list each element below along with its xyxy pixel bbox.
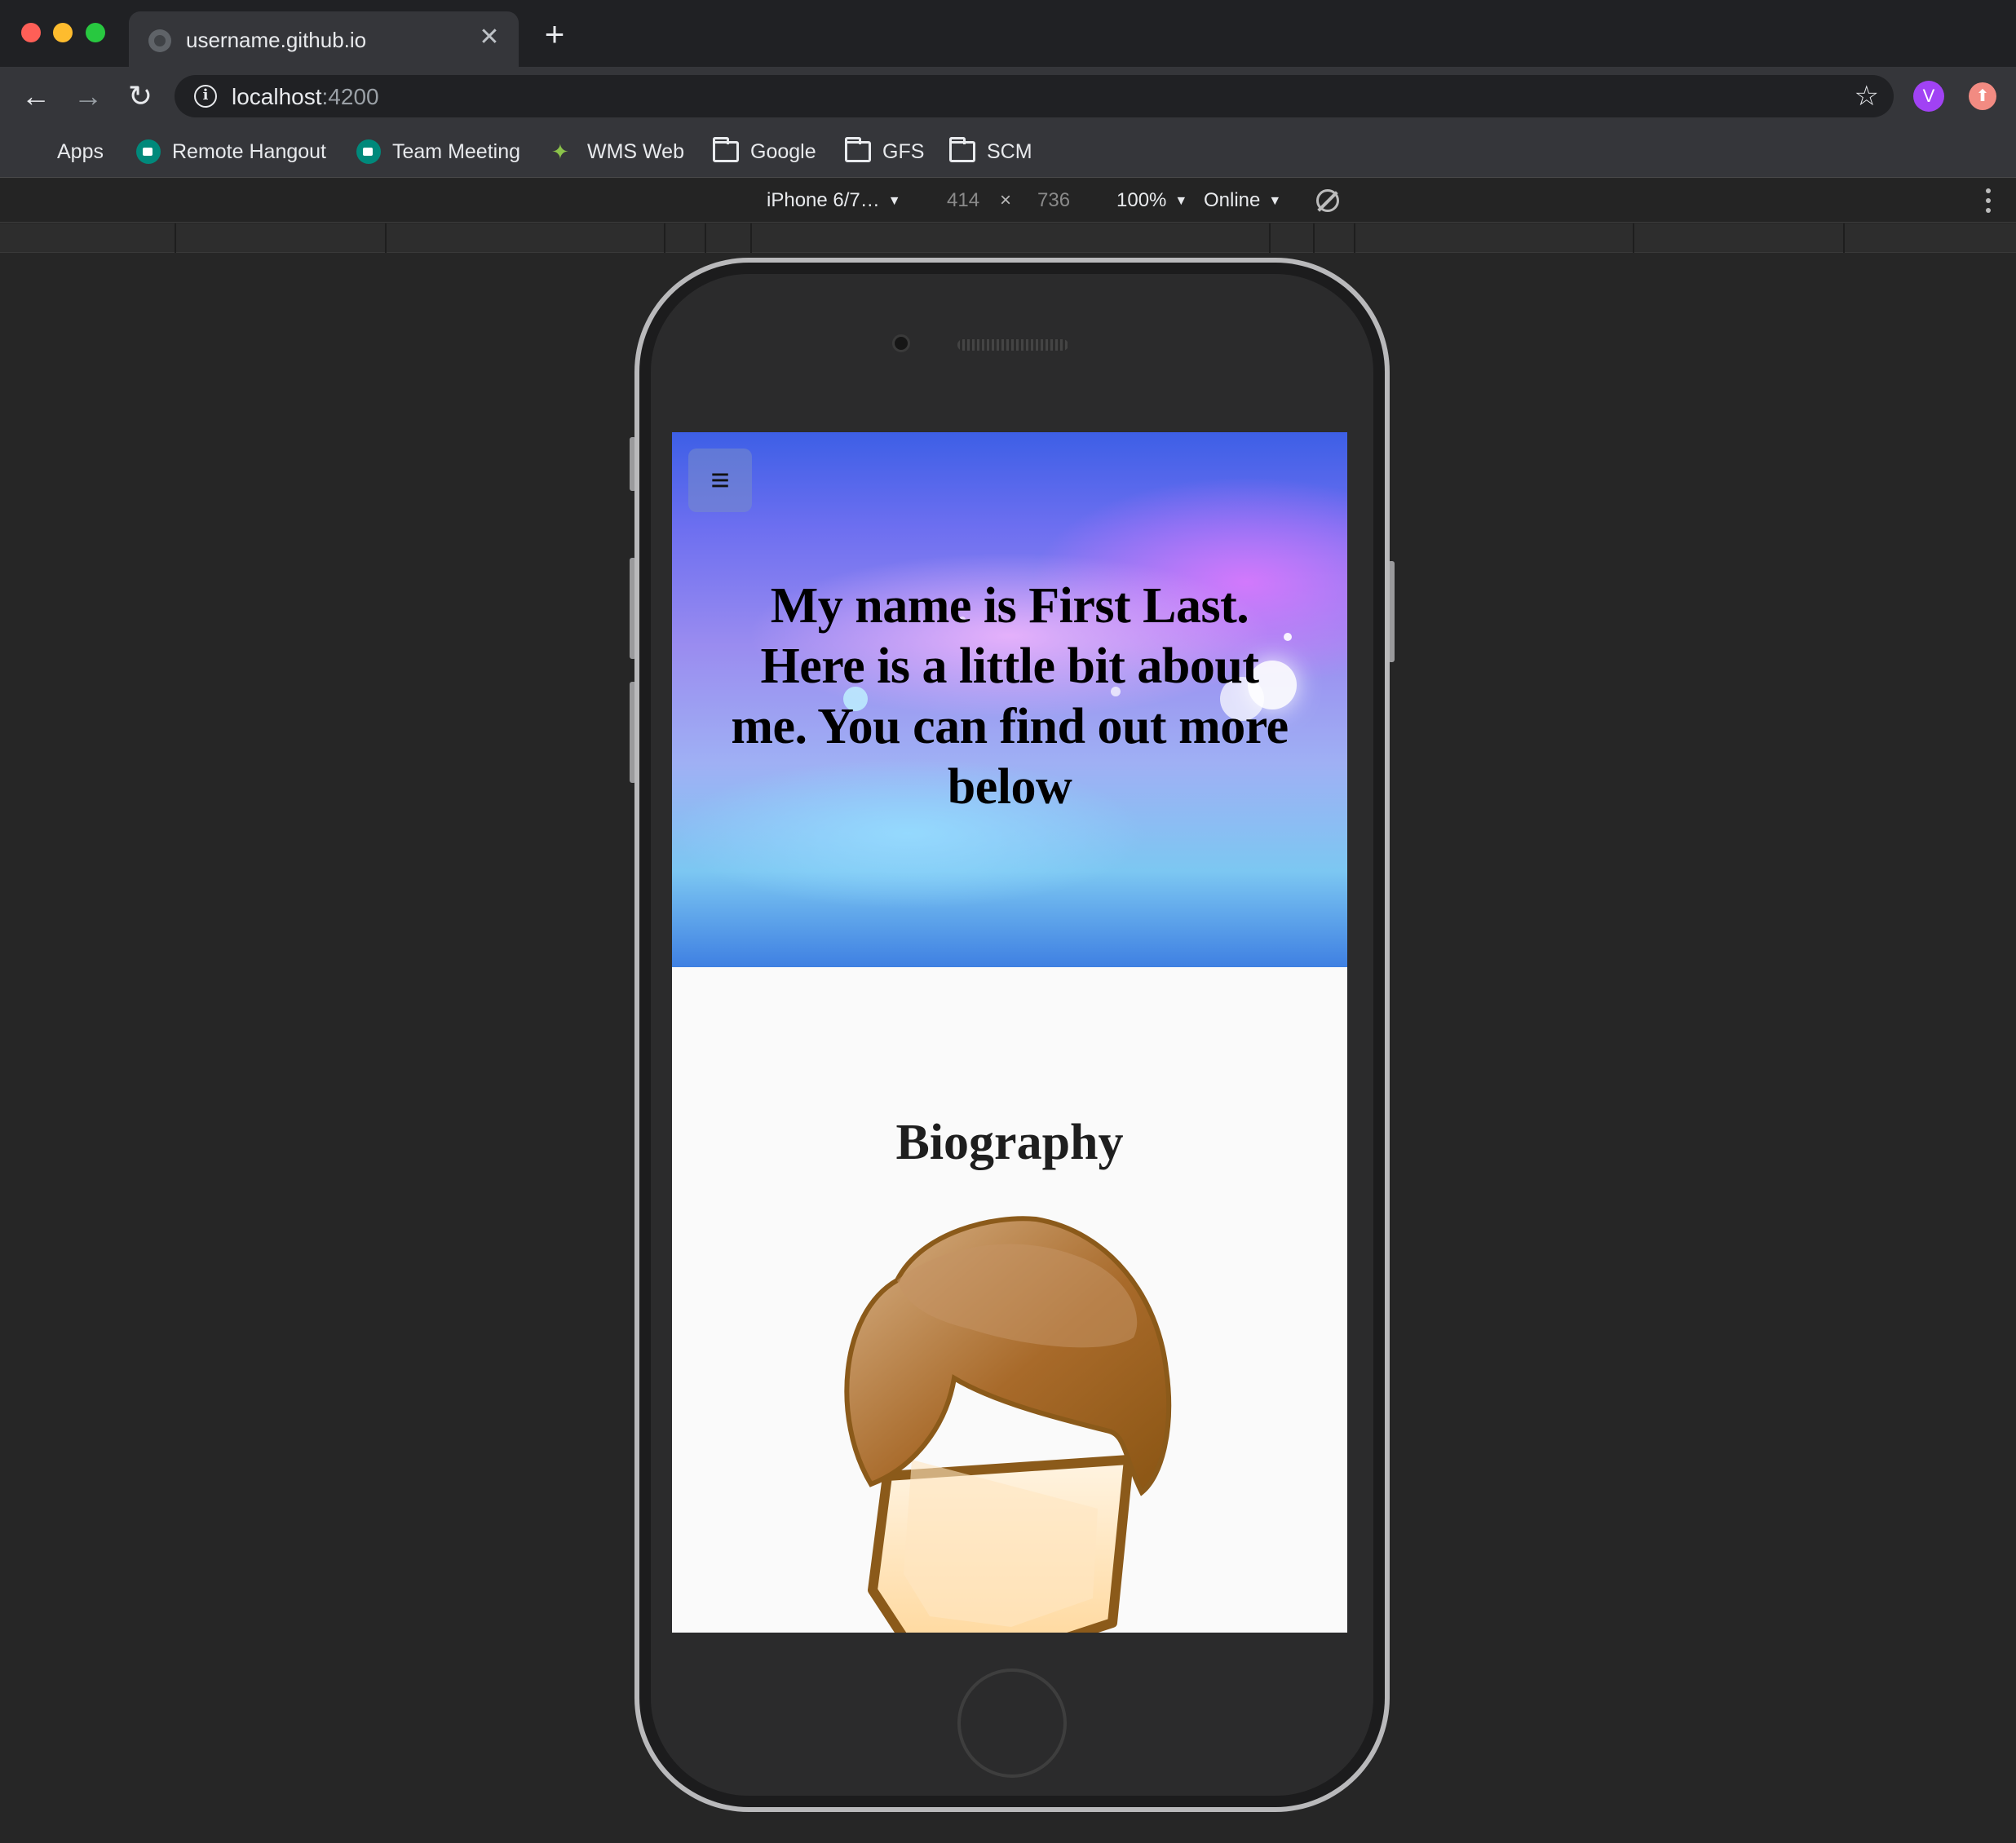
bookmark-label: GFS (882, 139, 925, 163)
browser-tab[interactable]: username.github.io ✕ (129, 11, 519, 67)
ruler-tick (1354, 223, 1355, 253)
avatar-illustration (844, 1216, 1172, 1633)
tab-title: username.github.io (186, 28, 367, 52)
meet-icon (136, 139, 161, 164)
meet-icon (356, 139, 381, 164)
close-icon[interactable]: ✕ (475, 23, 504, 52)
tab-bar: username.github.io ✕ + (0, 0, 2016, 67)
width-input[interactable]: 414 (947, 189, 979, 212)
browser-toolbar: ← → ↻ i localhost:4200 ☆ V ⬆ (0, 67, 2016, 126)
maximize-window-button[interactable] (86, 23, 105, 42)
close-window-button[interactable] (21, 23, 41, 42)
bookmark-label: Google (750, 139, 816, 163)
ruler-tick (1269, 223, 1271, 253)
caret-down-icon: ▼ (1174, 194, 1188, 208)
biography-heading: Biography (895, 1115, 1124, 1170)
url-host: localhost (232, 84, 322, 109)
bookmark-label: Remote Hangout (172, 139, 327, 163)
bookmark-team-meeting[interactable]: Team Meeting (356, 135, 520, 168)
back-arrow-icon[interactable]: ← (18, 78, 54, 114)
device-select[interactable]: iPhone 6/7… ▼ (767, 189, 901, 213)
folder-icon (949, 137, 975, 162)
ruler-tick (1633, 223, 1634, 253)
bookmark-wms-web[interactable]: ✦ WMS Web (551, 135, 684, 168)
zoom-value: 100% (1116, 189, 1167, 211)
media-query-ruler[interactable] (0, 223, 2016, 253)
globe-icon (148, 29, 171, 52)
folder-icon (845, 137, 871, 162)
emulated-viewport[interactable]: ≡ My name is First Last. Here is a littl… (672, 432, 1347, 1633)
zoom-select[interactable]: 100% ▼ (1116, 189, 1187, 213)
home-button (957, 1668, 1067, 1778)
reload-icon[interactable]: ↻ (122, 78, 158, 114)
url-port: :4200 (321, 84, 379, 109)
bookmark-label: WMS Web (587, 139, 684, 163)
rotate-icon[interactable] (1316, 189, 1339, 212)
bookmark-remote-hangout[interactable]: Remote Hangout (136, 135, 326, 168)
dimension-separator: × (1000, 189, 1012, 211)
minimize-window-button[interactable] (53, 23, 73, 42)
network-value: Online (1204, 189, 1261, 211)
bookmark-star-icon[interactable]: ☆ (1855, 80, 1879, 113)
bookmark-label: SCM (987, 139, 1032, 163)
ruler-tick (1313, 223, 1315, 253)
camera-icon (892, 334, 910, 352)
caret-down-icon: ▼ (887, 194, 901, 208)
hamburger-menu-button[interactable]: ≡ (688, 449, 752, 512)
address-bar[interactable]: i localhost:4200 ☆ (175, 75, 1894, 117)
wms-icon: ✦ (551, 139, 569, 164)
bookmark-apps[interactable]: Apps (24, 135, 104, 168)
info-icon[interactable]: i (194, 85, 217, 108)
hero-section: ≡ My name is First Last. Here is a littl… (672, 432, 1347, 967)
profile-avatar[interactable]: V (1913, 81, 1944, 112)
bookmark-gfs[interactable]: GFS (845, 135, 924, 168)
speaker-grille (957, 339, 1068, 351)
caret-down-icon: ▼ (1268, 194, 1282, 208)
ruler-tick (705, 223, 706, 253)
url-text[interactable]: localhost:4200 (232, 84, 379, 110)
ruler-tick (1843, 223, 1845, 253)
extension-icon[interactable]: ⬆ (1969, 82, 1996, 110)
bookmark-label: Team Meeting (392, 139, 521, 163)
ruler-tick (175, 223, 176, 253)
hero-heading: My name is First Last. Here is a little … (731, 578, 1289, 815)
new-tab-button[interactable]: + (538, 17, 571, 51)
ruler-tick (664, 223, 665, 253)
more-options-icon[interactable] (1985, 188, 1992, 213)
ruler-tick (750, 223, 752, 253)
bookmarks-bar: Apps Remote Hangout Team Meeting ✦ WMS W… (0, 126, 2016, 178)
apps-grid-icon (24, 141, 46, 162)
bookmark-google[interactable]: Google (713, 135, 816, 168)
ruler-tick (385, 223, 387, 253)
forward-arrow-icon[interactable]: → (70, 78, 106, 114)
bookmark-label: Apps (57, 139, 104, 163)
device-name: iPhone 6/7… (767, 189, 880, 211)
network-select[interactable]: Online ▼ (1204, 189, 1281, 213)
device-toolbar: iPhone 6/7… ▼ 414 × 736 100% ▼ Online ▼ (0, 179, 2016, 223)
height-input[interactable]: 736 (1037, 189, 1070, 212)
bookmark-scm[interactable]: SCM (949, 135, 1032, 168)
folder-icon (713, 137, 739, 162)
